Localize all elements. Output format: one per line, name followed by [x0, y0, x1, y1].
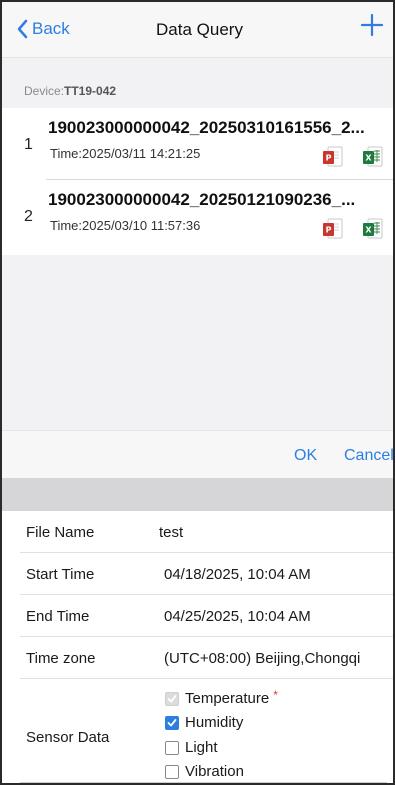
- light-label: Light: [185, 739, 218, 756]
- temperature-label: Temperature: [185, 690, 270, 707]
- file-index: 2: [24, 208, 33, 225]
- file-name: 190023000000042_20250121090236_...: [48, 190, 356, 209]
- file-time: Time:2025/03/11 14:21:25: [50, 146, 201, 161]
- page-title: Data Query: [156, 20, 243, 39]
- sensor-data-label: Sensor Data: [26, 729, 110, 746]
- start-time-field[interactable]: 04/18/2025, 10:04 AM: [164, 566, 311, 583]
- checkmark-icon: [167, 694, 177, 702]
- checkbox-checked-disabled: [165, 691, 179, 706]
- row-divider: [20, 678, 393, 679]
- svg-text:P: P: [326, 154, 332, 163]
- app-frame: Back Data Query Device:TT19-042 1 190023…: [0, 0, 395, 785]
- picker-strip: [2, 478, 393, 511]
- file-name-label: File Name: [26, 524, 95, 541]
- file-index: 1: [24, 136, 33, 153]
- start-time-row[interactable]: Start Time 04/18/2025, 10:04 AM: [2, 553, 393, 595]
- checkmark-icon: [167, 718, 177, 726]
- end-time-field[interactable]: 04/25/2025, 10:04 AM: [164, 608, 311, 625]
- cancel-button[interactable]: Cancel: [344, 447, 393, 465]
- file-list: 1 190023000000042_20250310161556_2... Ti…: [2, 108, 393, 255]
- time-zone-label: Time zone: [26, 650, 96, 667]
- file-list-item[interactable]: 1 190023000000042_20250310161556_2... Ti…: [2, 108, 393, 180]
- plus-icon: [360, 13, 384, 37]
- humidity-label: Humidity: [185, 714, 244, 731]
- form-bottom-divider: [20, 782, 387, 783]
- required-asterisk: *: [273, 687, 278, 702]
- light-checkbox[interactable]: Light: [165, 739, 218, 756]
- checkbox-checked[interactable]: [165, 715, 179, 730]
- file-name-field[interactable]: test: [159, 524, 183, 541]
- checkbox-unchecked[interactable]: [165, 740, 179, 755]
- svg-text:X: X: [365, 226, 372, 235]
- export-form: File Name test Start Time 04/18/2025, 10…: [2, 511, 393, 783]
- checkbox-unchecked[interactable]: [165, 764, 179, 779]
- end-time-row[interactable]: End Time 04/25/2025, 10:04 AM: [2, 595, 393, 637]
- file-name-row[interactable]: File Name test: [2, 511, 393, 553]
- device-header: Device:TT19-042: [2, 58, 393, 108]
- add-button[interactable]: [359, 12, 385, 38]
- time-zone-field[interactable]: (UTC+08:00) Beijing,Chongqi: [164, 650, 360, 667]
- nav-bar: Back Data Query: [2, 2, 393, 58]
- ok-button[interactable]: OK: [294, 447, 317, 465]
- picker-toolbar: OK Cancel: [2, 430, 393, 478]
- time-zone-row[interactable]: Time zone (UTC+08:00) Beijing,Chongqi: [2, 637, 393, 679]
- temperature-checkbox: Temperature *: [165, 687, 278, 707]
- humidity-checkbox[interactable]: Humidity: [165, 714, 243, 731]
- excel-icon[interactable]: X: [362, 146, 384, 168]
- excel-icon[interactable]: X: [362, 218, 384, 240]
- device-id: TT19-042: [64, 84, 117, 98]
- file-list-item[interactable]: 2 190023000000042_20250121090236_... Tim…: [2, 180, 393, 252]
- end-time-label: End Time: [26, 608, 90, 625]
- empty-list-area: [2, 255, 393, 430]
- file-time: Time:2025/03/10 11:57:36: [50, 218, 201, 233]
- file-name: 190023000000042_20250310161556_2...: [48, 118, 365, 137]
- vibration-checkbox[interactable]: Vibration: [165, 763, 244, 780]
- svg-text:X: X: [365, 154, 372, 163]
- start-time-label: Start Time: [26, 566, 95, 583]
- device-label: Device:: [24, 84, 65, 98]
- pdf-icon[interactable]: P: [322, 218, 344, 240]
- vibration-label: Vibration: [185, 763, 244, 780]
- pdf-icon[interactable]: P: [322, 146, 344, 168]
- svg-text:P: P: [326, 226, 332, 235]
